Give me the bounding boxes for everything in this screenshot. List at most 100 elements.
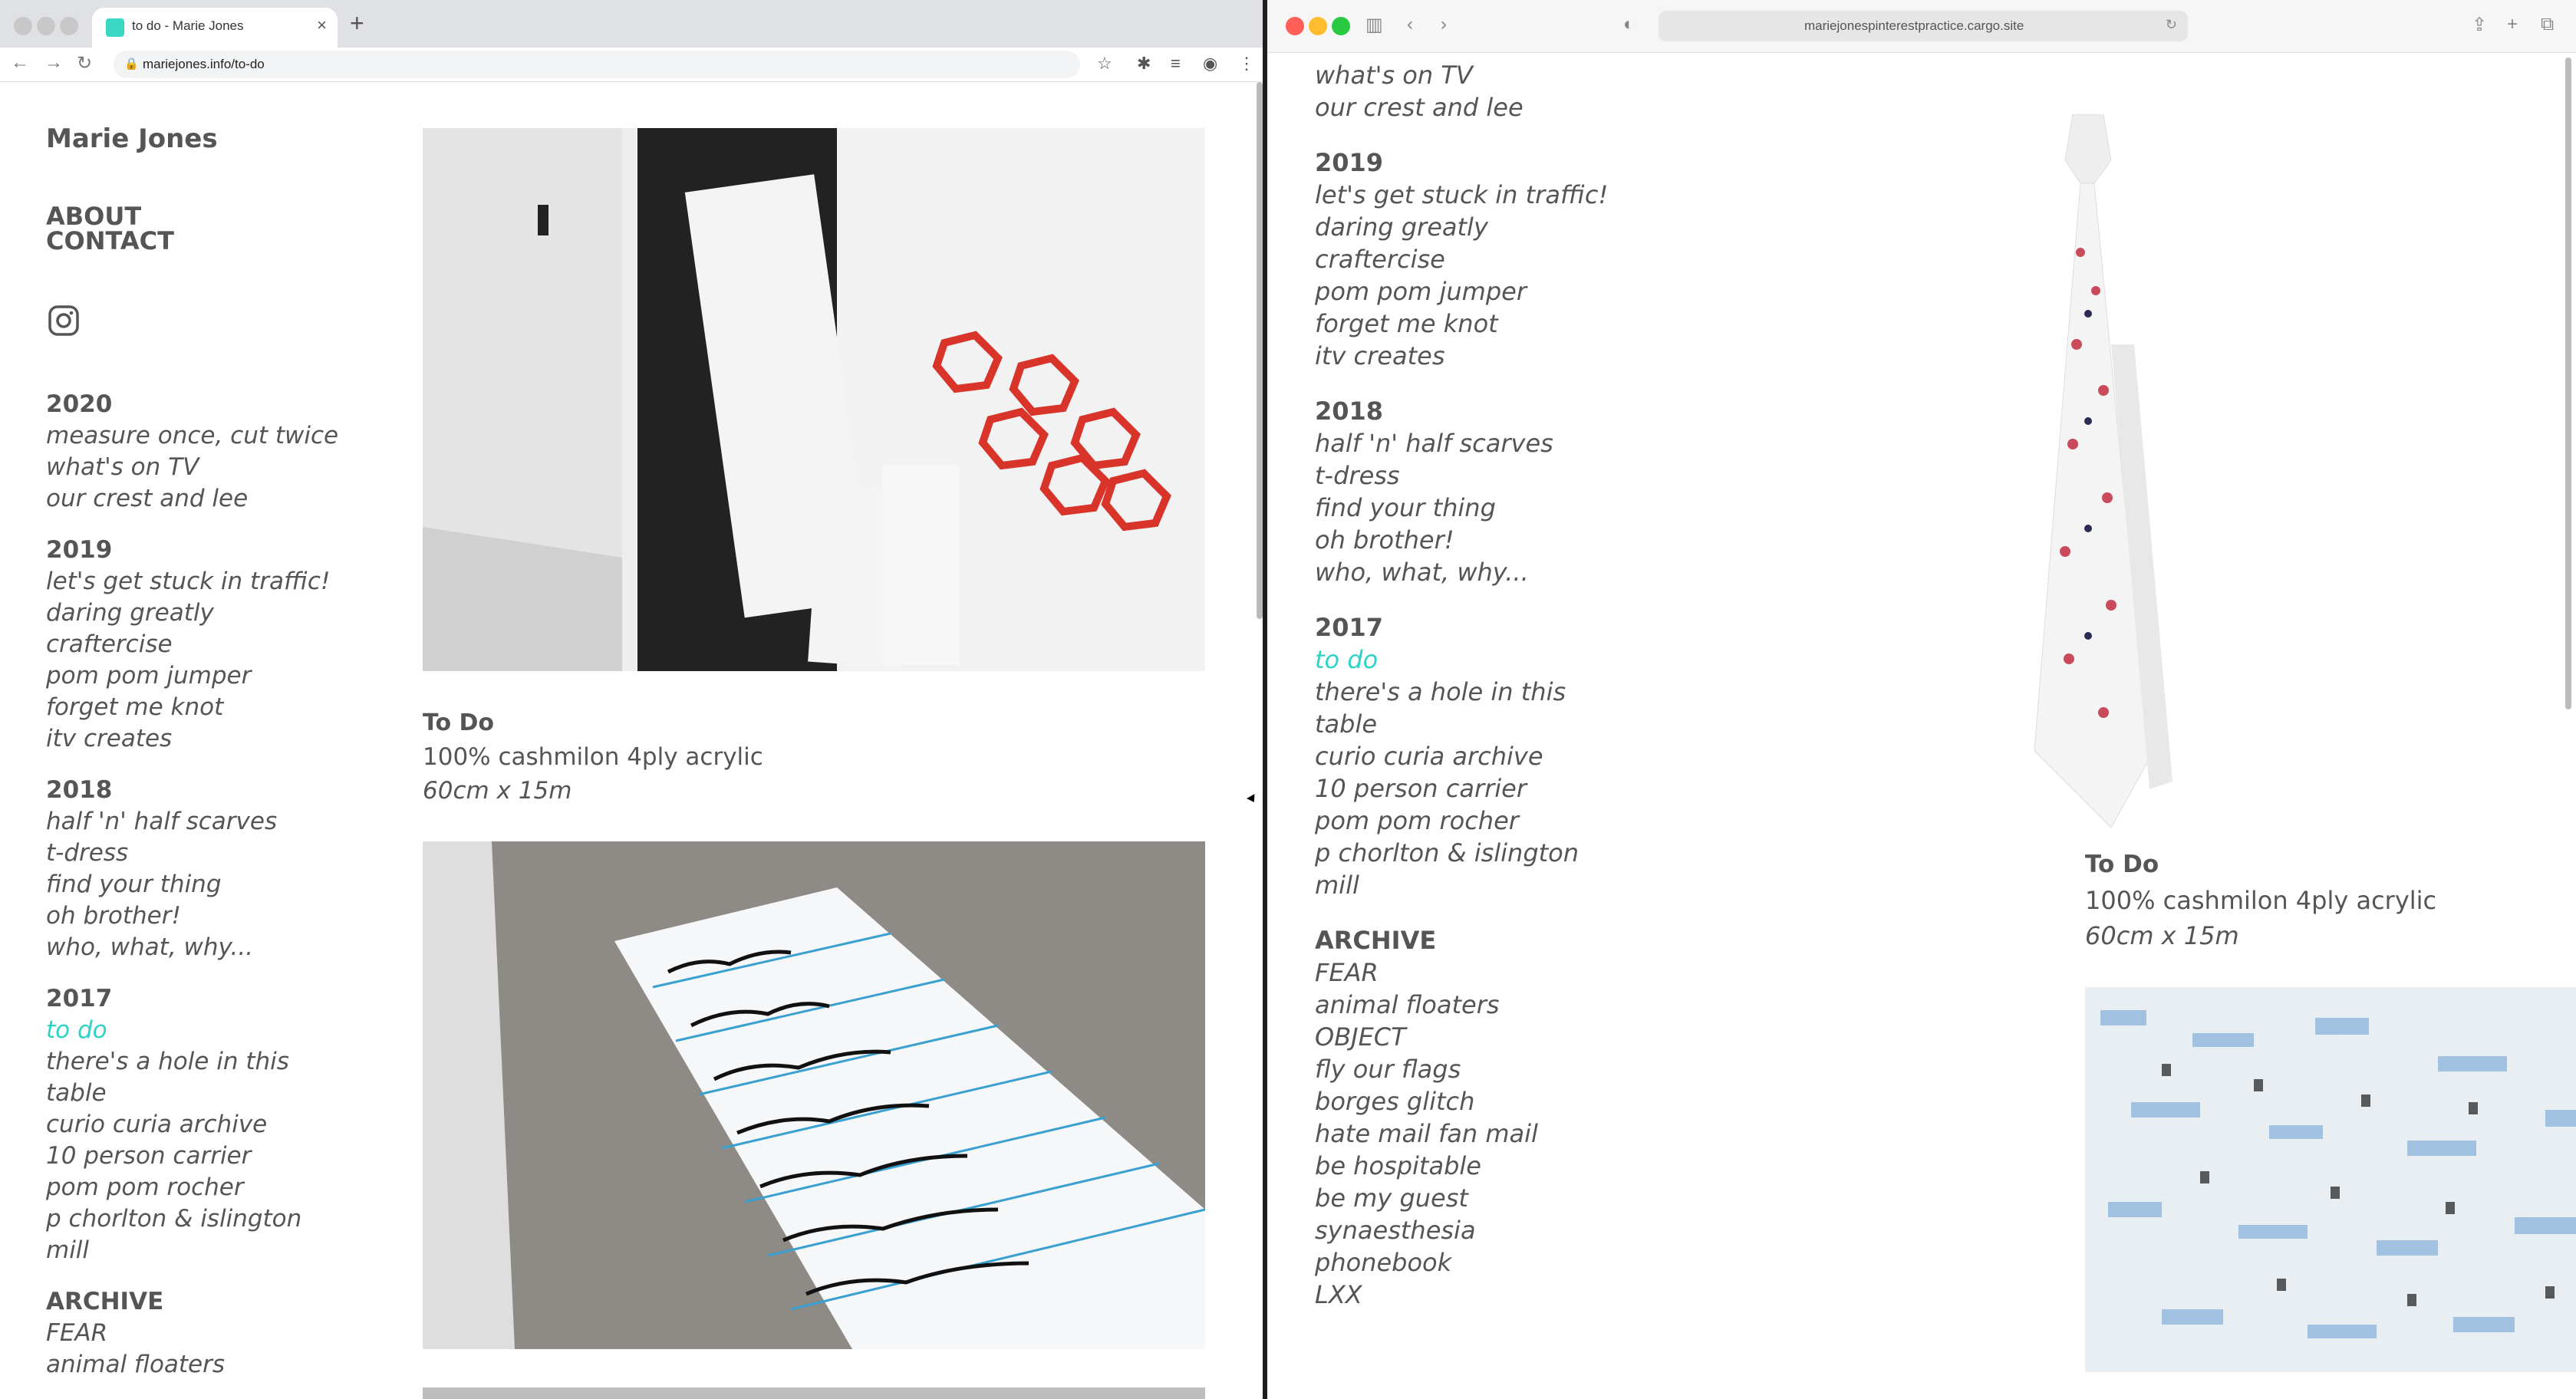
project-link[interactable]: our crest and lee: [1315, 91, 1608, 123]
project-link[interactable]: p chorlton & islington: [1315, 837, 1608, 869]
archive-link[interactable]: fly our flags: [1315, 1053, 1608, 1085]
active-tab[interactable]: to do - Marie Jones ×: [92, 8, 338, 48]
artwork-size: 60cm x 15m: [2085, 921, 2239, 950]
minimize-window-button[interactable]: [37, 17, 55, 35]
address-bar[interactable]: 🔒 mariejones.info/to-do: [114, 51, 1080, 78]
tab-overview-icon[interactable]: ⧉: [2541, 14, 2554, 35]
project-link[interactable]: itv creates: [1315, 340, 1608, 372]
favicon-icon: [106, 18, 124, 37]
archive-link[interactable]: phonebook: [1315, 1246, 1608, 1279]
project-link[interactable]: pom pom rocher: [1315, 805, 1608, 837]
reading-list-icon[interactable]: ≡: [1171, 54, 1181, 74]
project-link[interactable]: itv creates: [46, 723, 338, 755]
left-scrollbar[interactable]: [1257, 82, 1263, 619]
right-scrollbar[interactable]: [2565, 58, 2571, 709]
reload-icon[interactable]: ↻: [77, 52, 92, 74]
archive-link[interactable]: borges glitch: [1315, 1085, 1608, 1118]
project-link[interactable]: forget me knot: [46, 692, 338, 723]
share-icon[interactable]: ⇪: [2472, 14, 2487, 36]
project-link[interactable]: who, what, why...: [46, 932, 338, 963]
project-link[interactable]: who, what, why...: [1315, 556, 1608, 588]
archive-link[interactable]: LXX: [1315, 1279, 1608, 1311]
year-2017: 2017: [46, 985, 113, 1012]
menu-icon[interactable]: ⋮: [1238, 54, 1255, 74]
forward-icon[interactable]: ›: [1441, 14, 1447, 35]
project-link[interactable]: table: [1315, 708, 1608, 740]
project-link-active[interactable]: to do: [1315, 644, 1608, 676]
project-link[interactable]: measure once, cut twice: [46, 420, 338, 452]
archive-link[interactable]: be my guest: [1315, 1182, 1608, 1214]
site-title[interactable]: Marie Jones: [46, 123, 218, 154]
archive-link[interactable]: FEAR: [46, 1318, 338, 1349]
archive-link[interactable]: OBJECT: [1315, 1021, 1608, 1053]
project-link[interactable]: what's on TV: [1315, 59, 1608, 91]
project-link[interactable]: 10 person carrier: [46, 1141, 338, 1172]
project-link[interactable]: craftercise: [1315, 243, 1608, 275]
project-link[interactable]: let's get stuck in traffic!: [46, 566, 338, 597]
next-photo-peek: [423, 1387, 1205, 1399]
project-link[interactable]: half 'n' half scarves: [46, 806, 338, 838]
project-link[interactable]: craftercise: [46, 629, 338, 660]
project-link[interactable]: table: [46, 1078, 338, 1109]
project-link[interactable]: pom pom jumper: [1315, 275, 1608, 308]
archive-link[interactable]: animal floaters: [1315, 989, 1608, 1021]
year-2019: 2019: [1315, 148, 1384, 177]
project-link[interactable]: oh brother!: [46, 900, 338, 932]
extensions-icon[interactable]: ✱: [1137, 54, 1151, 74]
fabric-pattern-photo: [2085, 987, 2576, 1372]
archive-link[interactable]: synaesthesia: [1315, 1214, 1608, 1246]
project-link[interactable]: what's on TV: [46, 452, 338, 483]
project-link[interactable]: daring greatly: [46, 597, 338, 629]
instagram-icon[interactable]: [48, 304, 80, 337]
project-link[interactable]: p chorlton & islington: [46, 1203, 338, 1235]
page-content: Marie Jones ABOUT CONTACT 2020 measure o…: [0, 82, 1263, 1399]
project-link[interactable]: pom pom rocher: [46, 1172, 338, 1203]
privacy-shield-icon[interactable]: ◐: [1623, 14, 1635, 35]
zoom-window-button[interactable]: [60, 17, 78, 35]
close-tab-icon[interactable]: ×: [317, 15, 327, 35]
zoom-window-button[interactable]: [1332, 17, 1350, 35]
sidebar-icon[interactable]: ▥: [1365, 14, 1383, 36]
project-link[interactable]: forget me knot: [1315, 308, 1608, 340]
artwork-size: 60cm x 15m: [423, 777, 572, 805]
project-link[interactable]: daring greatly: [1315, 211, 1608, 243]
forward-icon[interactable]: →: [44, 52, 63, 74]
project-link[interactable]: t-dress: [1315, 459, 1608, 492]
project-link[interactable]: there's a hole in this: [46, 1046, 338, 1078]
project-link[interactable]: mill: [46, 1235, 338, 1266]
close-window-button[interactable]: [14, 17, 32, 35]
project-link[interactable]: curio curia archive: [46, 1109, 338, 1141]
project-link[interactable]: 10 person carrier: [1315, 772, 1608, 805]
address-bar[interactable]: mariejonespinterestpractice.cargo.site ↻: [1659, 11, 2188, 41]
year-2018: 2018: [46, 776, 113, 804]
back-icon[interactable]: ‹: [1407, 14, 1413, 35]
minimize-window-button[interactable]: [1309, 17, 1327, 35]
profile-icon[interactable]: ◉: [1203, 54, 1217, 74]
project-link[interactable]: pom pom jumper: [46, 660, 338, 692]
archive-link[interactable]: animal floaters: [46, 1349, 338, 1381]
close-window-button[interactable]: [1286, 17, 1304, 35]
project-link[interactable]: oh brother!: [1315, 524, 1608, 556]
project-link[interactable]: t-dress: [46, 838, 338, 869]
address-bar-text: mariejonespinterestpractice.cargo.site: [1804, 18, 2024, 33]
project-link[interactable]: there's a hole in this: [1315, 676, 1608, 708]
bookmark-star-icon[interactable]: ☆: [1097, 54, 1112, 74]
safari-toolbar: ▥ ‹ › ◐ mariejonespinterestpractice.carg…: [1267, 0, 2576, 53]
new-tab-icon[interactable]: +: [350, 9, 364, 38]
nav-contact[interactable]: CONTACT: [46, 226, 174, 255]
project-link[interactable]: mill: [1315, 869, 1608, 901]
archive-link[interactable]: be hospitable: [1315, 1150, 1608, 1182]
back-icon[interactable]: ←: [11, 52, 29, 74]
new-tab-icon[interactable]: +: [2507, 14, 2518, 35]
project-link[interactable]: find your thing: [1315, 492, 1608, 524]
project-link[interactable]: let's get stuck in traffic!: [1315, 179, 1608, 211]
project-link-active[interactable]: to do: [46, 1015, 338, 1046]
project-list: what's on TV our crest and lee 2019 let'…: [1315, 59, 1608, 1311]
project-link[interactable]: our crest and lee: [46, 483, 338, 515]
reload-icon[interactable]: ↻: [2166, 17, 2177, 33]
archive-link[interactable]: hate mail fan mail: [1315, 1118, 1608, 1150]
project-link[interactable]: curio curia archive: [1315, 740, 1608, 772]
project-link[interactable]: find your thing: [46, 869, 338, 900]
project-link[interactable]: half 'n' half scarves: [1315, 427, 1608, 459]
archive-link[interactable]: FEAR: [1315, 956, 1608, 989]
